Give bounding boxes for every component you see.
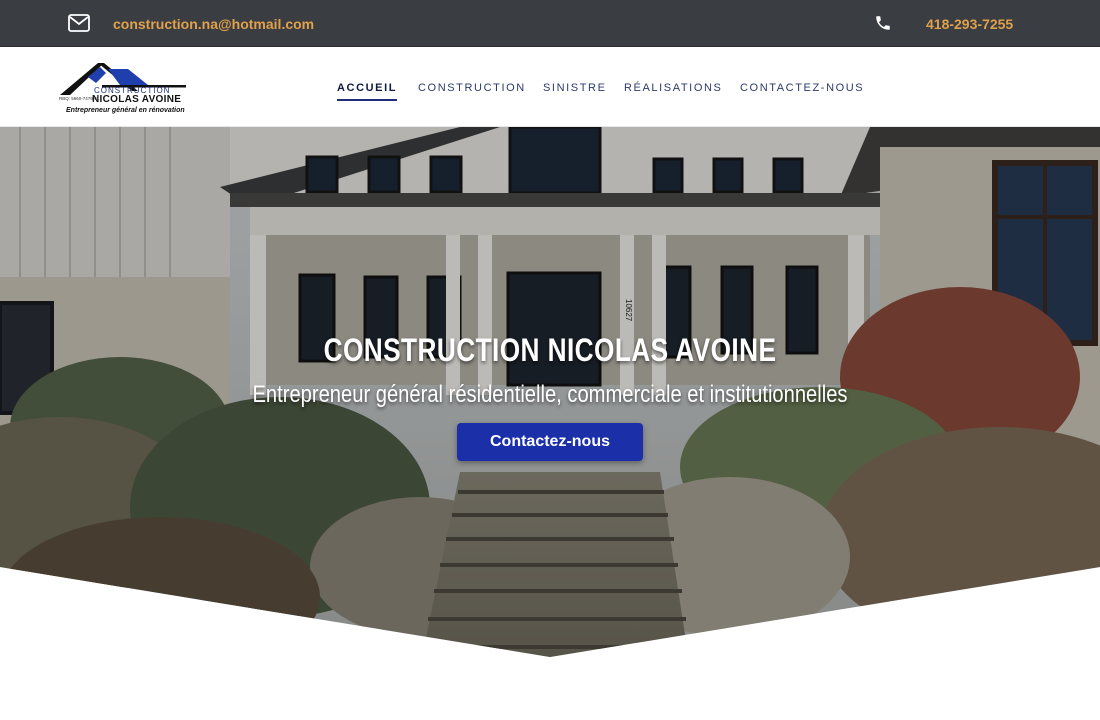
hero-section: 10627 bbox=[0, 127, 1100, 720]
mail-icon bbox=[68, 14, 90, 32]
top-contact-bar: construction.na@hotmail.com 418-293-7255 bbox=[0, 0, 1100, 47]
logo-tagline: Entrepreneur général en rénovation bbox=[66, 107, 185, 114]
hero-title: CONSTRUCTION NICOLAS AVOINE bbox=[323, 332, 777, 368]
main-navigation: ACCUEIL CONSTRUCTION SINISTRE RÉALISATIO… bbox=[0, 82, 1100, 102]
contact-cta-button[interactable]: Contactez-nous bbox=[457, 423, 643, 461]
nav-item-sinistre[interactable]: SINISTRE bbox=[543, 82, 607, 94]
phone-icon bbox=[876, 16, 890, 30]
nav-item-realisations[interactable]: RÉALISATIONS bbox=[624, 82, 722, 94]
nav-item-contactez-nous[interactable]: CONTACTEZ-NOUS bbox=[740, 82, 864, 94]
nav-item-accueil[interactable]: ACCUEIL bbox=[337, 82, 398, 101]
contact-phone-link[interactable]: 418-293-7255 bbox=[926, 16, 1013, 32]
hero-subtitle: Entrepreneur général résidentielle, comm… bbox=[252, 381, 848, 408]
nav-item-construction[interactable]: CONSTRUCTION bbox=[418, 82, 526, 94]
contact-email-link[interactable]: construction.na@hotmail.com bbox=[113, 16, 314, 32]
site-header: CONSTRUCTION NICOLAS AVOINE RBQ: 5660-74… bbox=[0, 47, 1100, 127]
